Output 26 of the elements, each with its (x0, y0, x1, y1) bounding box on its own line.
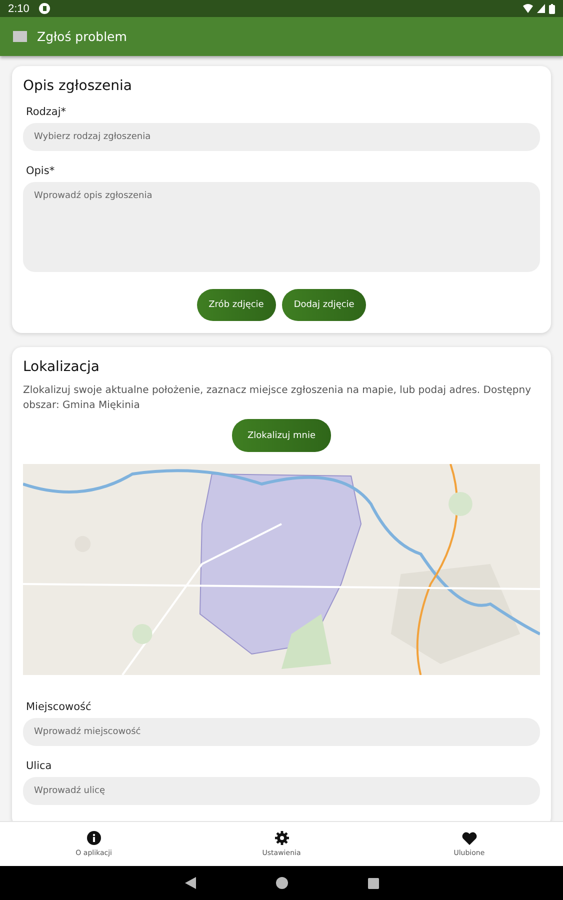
back-icon[interactable] (184, 877, 196, 889)
battery-icon (549, 4, 555, 14)
settings-icon (274, 831, 288, 845)
input-field[interactable]: Wprowadź miejscowość (23, 718, 540, 746)
signal-icon (537, 4, 545, 13)
field-label: Miejscowość (26, 701, 92, 713)
field-label: Ulica (26, 760, 52, 772)
app-bar-title: Zgłoś problem (37, 29, 127, 44)
card-title: Opis zgłoszenia (23, 78, 132, 94)
status-time: 2:10 (8, 2, 30, 14)
locate-button[interactable]: Zlokalizuj mnie (232, 419, 331, 452)
card-title: Lokalizacja (23, 359, 100, 375)
photo-button[interactable]: Dodaj zdjęcie (282, 289, 366, 321)
field-label: Rodzaj* (26, 106, 66, 118)
input-field[interactable]: Wprowadź ulicę (23, 777, 540, 805)
field-label: Opis* (26, 165, 55, 177)
notification-icon (39, 3, 50, 14)
recents-icon[interactable] (368, 878, 378, 888)
description-text: Zlokalizuj swoje aktualne położenie, zaznacz miejsce zgłoszenia na mapie, lub podaj adres. Dostępny obszar: Gmina Miękinia (23, 384, 532, 413)
wifi-icon (523, 4, 533, 13)
home-icon[interactable] (276, 877, 288, 889)
photo-button[interactable]: Zrób zdjęcie (196, 289, 276, 321)
info-icon (86, 831, 101, 845)
dropdown-field[interactable]: Wybierz rodzaj zgłoszenia (23, 123, 540, 151)
input-field[interactable]: Wprowadź opis zgłoszenia (23, 182, 540, 272)
heart-icon (462, 832, 477, 844)
